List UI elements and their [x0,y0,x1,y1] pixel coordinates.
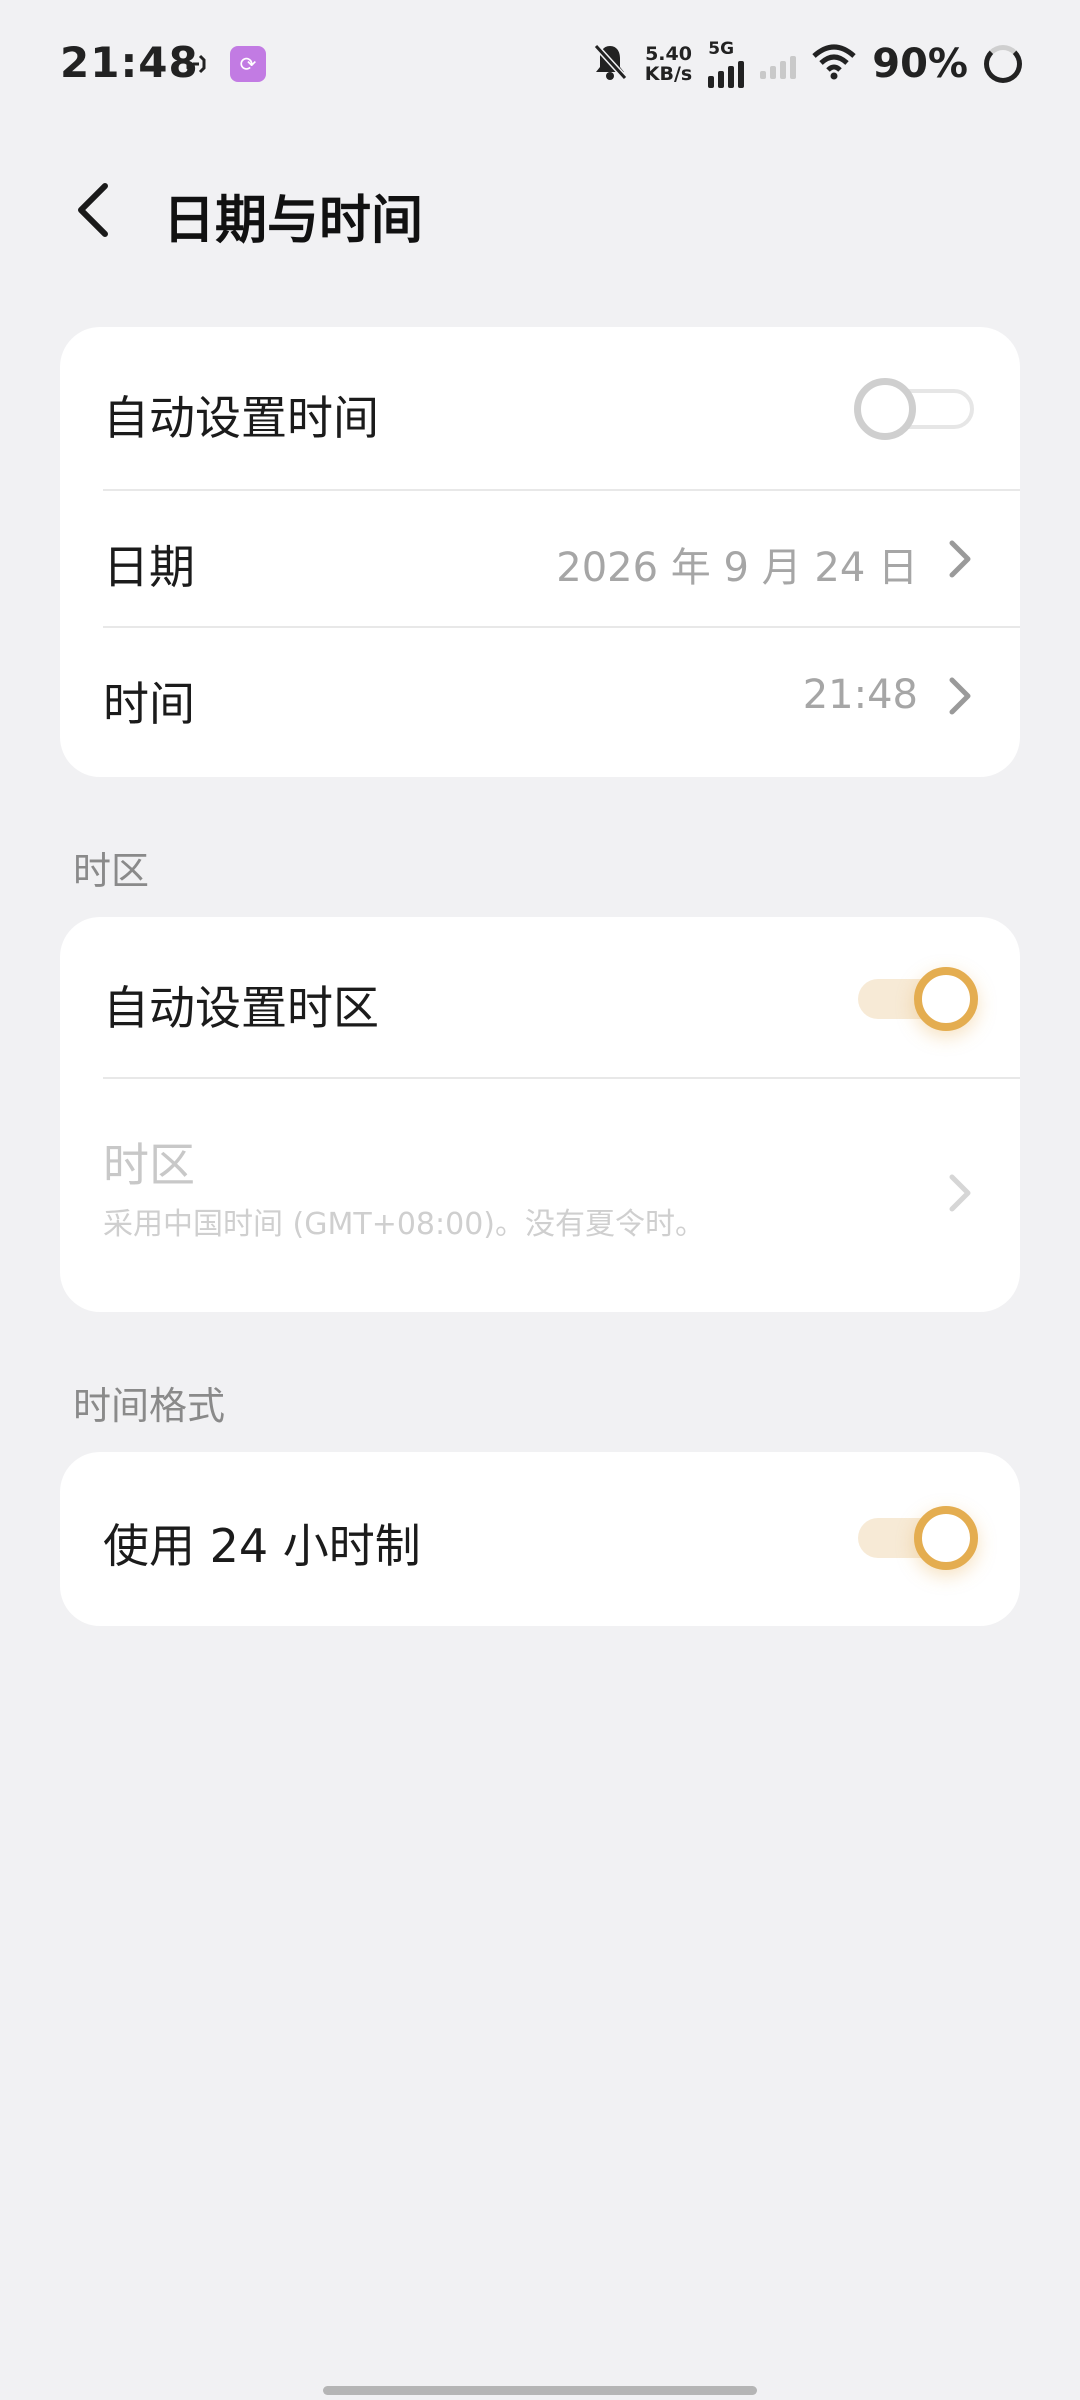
app-badge-icon: ⟳ [230,46,266,82]
home-indicator[interactable] [323,2386,757,2395]
timezone-label: 时区 [103,1138,195,1192]
auto-timezone-row[interactable]: 自动设置时区 [60,917,1020,1077]
net-speed-unit: KB/s [644,63,693,85]
timezone-row: 时区 采用中国时间 (GMT+08:00)。没有夏令时。 [60,1079,1020,1312]
signal-5g: 5G [708,39,745,88]
auto-time-row[interactable]: 自动设置时间 [60,327,1020,489]
back-arrow-icon [78,183,108,237]
timezone-card: 自动设置时区 时区 采用中国时间 (GMT+08:00)。没有夏令时。 [60,917,1020,1312]
header: 日期与时间 [0,160,1080,260]
chevron-right-icon [949,677,971,715]
signal-icon [708,58,745,88]
timezone-section-label: 时区 [73,849,150,893]
battery-percent: 90% [872,41,968,87]
date-value: 2026 年 9 月 24 日 [556,545,918,591]
time-value: 21:48 [802,672,918,718]
chevron-right-icon [949,1174,971,1212]
status-bar: 21:48 ⟳ 5.40 KB/s 5G 90% [0,0,1080,130]
time-row[interactable]: 时间 21:48 [60,628,1020,777]
use-24h-label: 使用 24 小时制 [103,1519,421,1573]
date-row[interactable]: 日期 2026 年 9 月 24 日 [60,491,1020,627]
wifi-icon [812,44,856,84]
page-title: 日期与时间 [163,191,424,251]
nfc-icon [180,48,212,80]
network-type: 5G [708,39,735,59]
mute-bell-icon [591,42,629,86]
status-right-icons: 5.40 KB/s 5G 90% [591,40,1022,88]
use-24h-row[interactable]: 使用 24 小时制 [60,1452,1020,1626]
date-time-settings-screen: 21:48 ⟳ 5.40 KB/s 5G 90% 日期与时间 自动设置时间 日期… [0,0,1080,2400]
signal-icon-secondary [760,49,797,79]
date-label: 日期 [103,540,195,594]
status-time: 21:48 [60,38,199,87]
auto-timezone-toggle[interactable] [854,967,978,1031]
net-speed: 5.40 KB/s [645,44,692,84]
time-label: 时间 [103,677,195,731]
timezone-description: 采用中国时间 (GMT+08:00)。没有夏令时。 [103,1207,705,1242]
auto-time-toggle[interactable] [854,377,978,441]
net-speed-value: 5.40 [645,43,692,65]
auto-time-label: 自动设置时间 [103,391,379,445]
datetime-card: 自动设置时间 日期 2026 年 9 月 24 日 时间 21:48 [60,327,1020,777]
status-left-icons: ⟳ [180,46,266,82]
time-format-section-label: 时间格式 [73,1384,226,1428]
back-button[interactable] [58,175,128,245]
battery-ring-icon [984,45,1022,83]
auto-timezone-label: 自动设置时区 [103,981,379,1035]
use-24h-toggle[interactable] [854,1506,978,1570]
chevron-right-icon [949,540,971,578]
time-format-card: 使用 24 小时制 [60,1452,1020,1626]
